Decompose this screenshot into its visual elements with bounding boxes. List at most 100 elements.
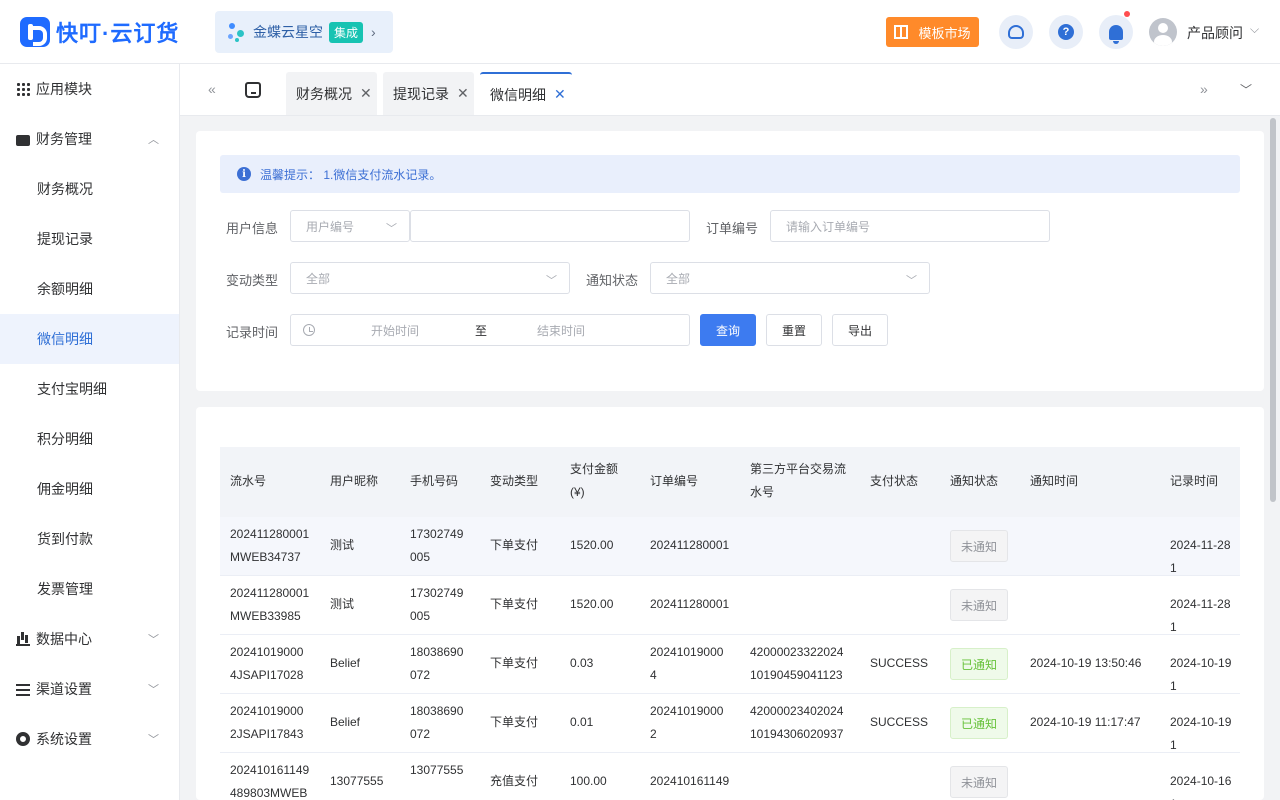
customer-service-button[interactable] xyxy=(999,15,1033,49)
cell-record-time: 2024-10-19 1 xyxy=(1170,715,1232,752)
sidebar-item-invoice-management[interactable]: 发票管理 xyxy=(0,564,179,614)
sidebar-item-finance-overview[interactable]: 财务概况 xyxy=(0,164,179,214)
sidebar-item-label: 财务概况 xyxy=(37,181,93,197)
close-icon[interactable]: ✕ xyxy=(457,85,469,102)
cell-nickname: 测试 xyxy=(330,538,355,552)
chevron-down-icon: ﹀ xyxy=(906,275,917,287)
sidebar-item-app-modules[interactable]: 应用模块 xyxy=(0,64,179,114)
sidebar-item-wechat-details[interactable]: 微信明细 xyxy=(0,314,179,364)
brand-logo[interactable]: 快叮·云订货 xyxy=(20,16,179,48)
table-row[interactable]: 20241019000 2JSAPI17843 Belief 18038690 072 下… xyxy=(220,694,1240,753)
double-chevron-right-icon[interactable]: » xyxy=(1200,81,1208,97)
table-header: 流水号 用户昵称 手机号码 变动类型 支付金额 (¥) 订单编号 第三方平台交易… xyxy=(220,447,1240,517)
chevron-down-icon: ﹀ xyxy=(148,634,159,646)
cell-order-l1: 202411280001 xyxy=(650,597,730,611)
table-row[interactable]: 202410161149 489803MWEB 13077555 13077555 充值… xyxy=(220,753,1240,800)
col-change-type: 变动类型 xyxy=(490,474,539,488)
change-type-select[interactable]: 全部 ﹀ xyxy=(290,262,570,294)
gear-icon xyxy=(16,732,30,746)
order-no-input[interactable]: 请输入订单编号 xyxy=(770,210,1050,242)
sidebar-item-points-details[interactable]: 积分明细 xyxy=(0,414,179,464)
cell-serial-l1: 202411280001 xyxy=(230,586,310,600)
grid-icon xyxy=(16,82,30,96)
chevron-down-icon: ﹀ xyxy=(386,223,397,235)
reset-button[interactable]: 重置 xyxy=(766,314,822,346)
chevron-down-icon: ﹀ xyxy=(546,275,557,287)
cell-serial-l1: 20241019000 xyxy=(230,645,304,659)
end-time-input[interactable]: 结束时间 xyxy=(537,322,585,339)
sidebar: 应用模块 财务管理 ︿ 财务概况 提现记录 余额明细 微信明细 支付宝明细 积分… xyxy=(0,64,180,800)
order-no-label: 订单编号 xyxy=(706,221,759,236)
template-market-button[interactable]: 模板市场 xyxy=(886,17,979,47)
sidebar-item-commission-details[interactable]: 佣金明细 xyxy=(0,464,179,514)
query-button[interactable]: 查询 xyxy=(700,314,756,346)
brand-name: 快叮·云订货 xyxy=(56,21,180,46)
sidebar-item-finance[interactable]: 财务管理 ︿ xyxy=(0,114,179,164)
brand-mark-icon xyxy=(20,17,50,47)
filter-panel: i 温馨提示： 1.微信支付流水记录。 用户信息 用户编号 ﹀ 订单编号 请输入… xyxy=(196,131,1264,391)
page-scrollbar[interactable] xyxy=(1270,118,1276,502)
sidebar-item-channel-settings[interactable]: 渠道设置 ﹀ xyxy=(0,664,179,714)
question-icon: ? xyxy=(1058,24,1074,40)
user-name[interactable]: 产品顾问 xyxy=(1187,23,1243,43)
sidebar-item-label: 余额明细 xyxy=(37,281,93,297)
tab-finance-overview[interactable]: 财务概况 ✕ xyxy=(286,72,377,115)
cell-serial-l2: MWEB34737 xyxy=(230,550,301,564)
sidebar-item-balance-details[interactable]: 余额明细 xyxy=(0,264,179,314)
chevron-down-icon: ﹀ xyxy=(148,734,159,746)
close-icon[interactable]: ✕ xyxy=(554,86,566,103)
table-row[interactable]: 202411280001 MWEB33985 测试 17302749 005 下单支付 15… xyxy=(220,576,1240,635)
integration-banner[interactable]: 金蝶云星空 集成 › xyxy=(215,11,393,53)
sidebar-item-system-settings[interactable]: 系统设置 ﹀ xyxy=(0,714,179,764)
cell-order-l2: 4 xyxy=(650,668,657,682)
cell-order-l1: 20241019000 xyxy=(650,645,724,659)
chevron-down-icon[interactable]: ﹀ xyxy=(1240,81,1252,98)
col-serial: 流水号 xyxy=(230,474,267,488)
double-chevron-left-icon[interactable]: « xyxy=(208,81,216,97)
notify-status-tag: 未通知 xyxy=(950,589,1008,621)
cell-phone-l2: 072 xyxy=(410,668,431,682)
sidebar-item-withdraw-records[interactable]: 提现记录 xyxy=(0,214,179,264)
tab-withdraw-records[interactable]: 提现记录 ✕ xyxy=(383,72,474,115)
home-icon[interactable] xyxy=(245,82,261,98)
sidebar-item-label: 财务管理 xyxy=(36,131,92,147)
cell-record-time: 2024-10-19 1 xyxy=(1170,656,1232,693)
chevron-down-icon[interactable]: ⌵ xyxy=(1250,22,1259,37)
start-time-input[interactable]: 开始时间 xyxy=(371,322,419,339)
sidebar-item-cash-on-delivery[interactable]: 货到付款 xyxy=(0,514,179,564)
cell-nickname: Belief xyxy=(330,715,361,729)
export-button[interactable]: 导出 xyxy=(832,314,888,346)
avatar[interactable] xyxy=(1149,18,1177,46)
notify-status-select[interactable]: 全部 ﹀ xyxy=(650,262,930,294)
sidebar-item-alipay-details[interactable]: 支付宝明细 xyxy=(0,364,179,414)
user-info-input[interactable] xyxy=(410,210,690,242)
sidebar-item-label: 应用模块 xyxy=(36,81,92,97)
cell-phone-l2: 005 xyxy=(410,550,431,564)
headset-icon xyxy=(1008,25,1024,39)
notify-status-label: 通知状态 xyxy=(586,273,639,288)
cell-phone-l1: 13077555 xyxy=(410,763,464,777)
close-icon[interactable]: ✕ xyxy=(360,85,372,102)
date-range-picker[interactable]: 开始时间 至 结束时间 xyxy=(290,314,690,346)
col-notify-status: 通知状态 xyxy=(950,474,999,488)
notification-button[interactable] xyxy=(1099,11,1133,49)
cell-nickname: 测试 xyxy=(330,597,355,611)
cell-serial-l2: 489803MWEB xyxy=(230,786,308,800)
col-notify-time: 通知时间 xyxy=(1030,474,1079,488)
sidebar-item-label: 积分明细 xyxy=(37,431,93,447)
sidebar-item-label: 数据中心 xyxy=(36,631,92,647)
sidebar-item-label: 支付宝明细 xyxy=(37,381,107,397)
col-pay-status: 支付状态 xyxy=(870,474,919,488)
table-row[interactable]: 20241019000 4JSAPI17028 Belief 18038690 072 下… xyxy=(220,635,1240,694)
cell-third-l2: 10194306020937 xyxy=(750,727,844,741)
cell-phone-l1: 17302749 xyxy=(410,586,464,600)
sidebar-item-data-center[interactable]: 数据中心 ﹀ xyxy=(0,614,179,664)
chevron-up-icon: ︿ xyxy=(148,134,159,146)
help-button[interactable]: ? xyxy=(1049,15,1083,49)
table-panel: 流水号 用户昵称 手机号码 变动类型 支付金额 (¥) 订单编号 第三方平台交易… xyxy=(196,407,1264,800)
tab-wechat-details[interactable]: 微信明细 ✕ xyxy=(480,72,572,115)
table-row[interactable]: 202411280001 MWEB34737 测试 17302749 005 下单支付 15… xyxy=(220,517,1240,576)
cell-notify-time: 2024-10-19 13:50:46 xyxy=(1030,656,1142,670)
user-type-select[interactable]: 用户编号 ﹀ xyxy=(290,210,410,242)
cell-serial-l1: 202411280001 xyxy=(230,527,310,541)
